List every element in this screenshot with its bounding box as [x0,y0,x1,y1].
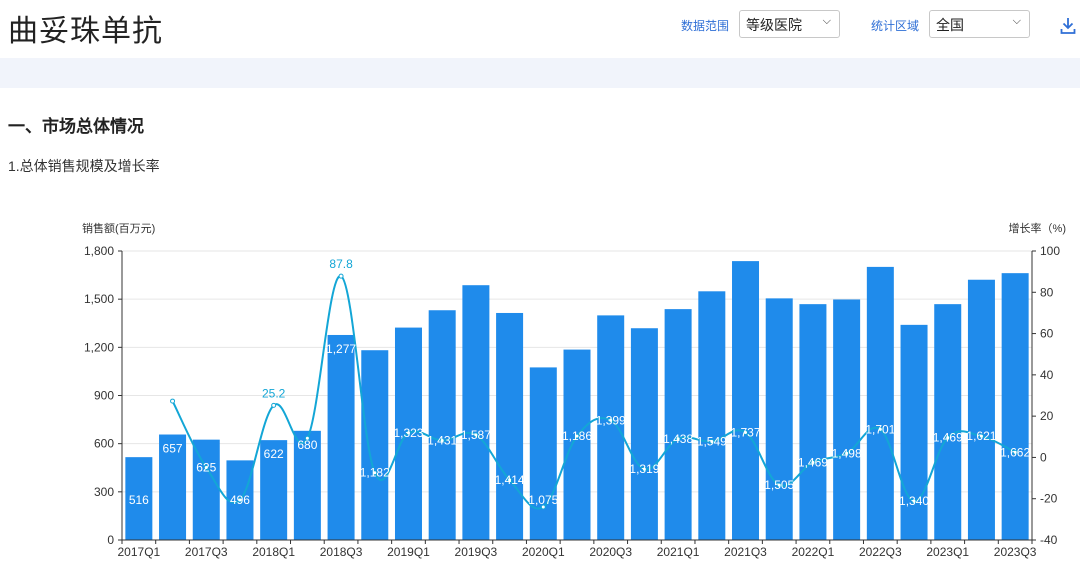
section-title: 一、市场总体情况 [8,117,144,136]
bar [967,279,995,540]
bar-value-label: 657 [163,442,183,456]
y2-tick-label: 100 [1040,244,1060,258]
y2-tick-label: 80 [1040,285,1054,299]
bar [664,309,692,540]
bar [597,315,625,540]
x-tick-label: 2023Q3 [994,545,1037,559]
y-tick-label: 1,500 [84,292,114,306]
bar-value-label: 1,498 [832,446,862,460]
y-tick-label: 600 [94,437,114,451]
bar [732,261,760,540]
y-tick-label: 1,800 [84,244,114,258]
bar [496,312,524,540]
bar-value-label: 1,414 [495,473,525,487]
bar-value-label: 625 [196,461,216,475]
chevron-down-icon: ⌵ [1012,15,1021,27]
x-tick-label: 2018Q1 [252,545,295,559]
y-tick-label: 1,200 [84,340,114,354]
download-icon[interactable] [1060,16,1076,36]
bar [192,439,220,540]
growth-annotation: 87.8 [329,257,353,271]
bar-value-label: 516 [129,493,149,507]
section-subtitle: 1.总体销售规模及增长率 [8,158,160,174]
region-select[interactable]: 全国 ⌵ [929,10,1030,38]
bar-value-label: 1,505 [764,478,794,492]
y2-tick-label: 0 [1040,450,1047,464]
bar-value-label: 496 [230,493,250,507]
data-range-value: 等级医院 [746,17,802,33]
y-tick-label: 300 [94,485,114,499]
data-range-select[interactable]: 等级医院 ⌵ [739,10,840,38]
bar-value-label: 1,182 [360,466,390,480]
x-tick-label: 2022Q1 [792,545,835,559]
y2-tick-label: 40 [1040,368,1054,382]
filter-band [0,58,1080,88]
bar-value-label: 1,662 [1000,445,1030,459]
bar-value-label: 1,431 [427,434,457,448]
bar-value-label: 1,587 [461,428,491,442]
bar [765,298,793,540]
bar-value-label: 1,621 [966,429,996,443]
bar-value-label: 1,319 [629,462,659,476]
bar-value-label: 1,737 [731,425,761,439]
bar-value-label: 1,323 [393,426,423,440]
bar-value-label: 1,277 [326,342,356,356]
data-range-label: 数据范围 [681,19,730,33]
x-tick-label: 2021Q1 [657,545,700,559]
bar-value-label: 1,340 [899,494,929,508]
bar [327,334,355,540]
bar [833,299,861,540]
y2-axis-title: 增长率（%) [1009,221,1066,235]
x-tick-label: 2023Q1 [926,545,969,559]
bar-value-label: 622 [264,447,284,461]
region-label: 统计区域 [871,19,920,33]
y-axis-title: 销售额(百万元) [82,221,155,235]
x-tick-label: 2020Q3 [589,545,632,559]
bar [361,350,389,540]
bar-value-label: 1,186 [562,429,592,443]
x-tick-label: 2019Q1 [387,545,430,559]
bar [529,367,557,540]
header: 曲妥珠单抗 数据范围 等级医院 ⌵ 统计区域 全国 ⌵ [0,0,1080,56]
y2-tick-label: 20 [1040,409,1054,423]
y2-tick-label: -40 [1040,533,1058,547]
x-tick-label: 2021Q3 [724,545,767,559]
bar [698,291,726,540]
sales-growth-chart: 0 300 600 900 1,200 1,500 1,800 -40 -20 0 20 40 60 80… [82,221,1066,559]
y-tick-label: 0 [107,533,114,547]
bar-value-label: 1,399 [596,413,626,427]
bar [1001,273,1029,540]
bar-value-label: 1,469 [933,431,963,445]
y2-tick-label: -20 [1040,492,1058,506]
bar [866,266,894,540]
x-tick-label: 2017Q1 [118,545,161,559]
page-title: 曲妥珠单抗 [8,15,163,48]
bar-value-label: 1,075 [528,493,558,507]
growth-point [338,273,344,279]
growth-point [271,402,277,408]
bar [934,304,962,540]
bar [630,328,658,540]
region-value: 全国 [936,17,964,33]
y-tick-label: 900 [94,389,114,403]
bar-value-label: 1,549 [697,435,727,449]
bar-value-label: 1,469 [798,455,828,469]
x-tick-label: 2019Q3 [455,545,498,559]
x-tick-label: 2017Q3 [185,545,228,559]
x-tick-label: 2022Q3 [859,545,902,559]
growth-annotation: 25.2 [262,386,286,400]
growth-point [170,398,176,404]
bar [563,349,591,540]
bar [428,310,456,540]
chevron-down-icon: ⌵ [822,15,831,27]
bar-value-label: 1,438 [663,432,693,446]
x-tick-label: 2020Q1 [522,545,565,559]
y2-tick-label: 60 [1040,327,1054,341]
bar-value-label: 680 [297,438,317,452]
bar-value-label: 1,701 [865,422,895,436]
bar [462,285,490,540]
bar [799,304,827,540]
x-tick-label: 2018Q3 [320,545,363,559]
